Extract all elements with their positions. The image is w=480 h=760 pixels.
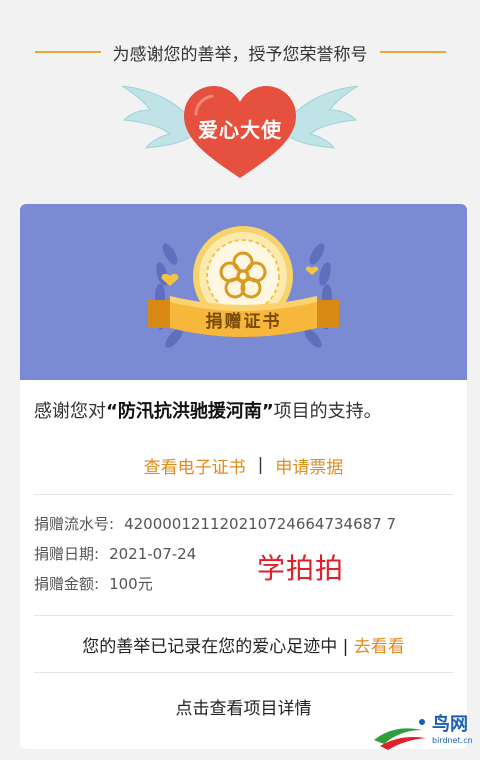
project-name: “防汛抗洪驰援河南”	[106, 401, 274, 422]
view-footprint-link[interactable]: 去看看	[354, 637, 405, 657]
divider-top	[34, 494, 453, 495]
serial-label: 捐赠流水号:	[34, 515, 115, 533]
amount-row: 捐赠金额: 100元	[34, 573, 153, 594]
badge-label: 爱心大使	[198, 118, 282, 142]
certificate-seal-icon	[148, 226, 339, 348]
honor-title: 为感谢您的善举，授予您荣誉称号	[112, 44, 368, 65]
footprint-row: 您的善举已记录在您的爱心足迹中 | 去看看	[20, 632, 467, 657]
watermark-text: 学拍拍	[257, 552, 345, 585]
footprint-separator: |	[342, 637, 349, 657]
bird-logo-icon	[374, 719, 426, 750]
apply-receipt-link[interactable]: 申请票据	[275, 453, 343, 478]
site-name: 鸟网	[432, 714, 468, 735]
links-separator: |	[257, 455, 264, 475]
divider-middle	[34, 615, 453, 616]
honor-title-row: 为感谢您的善举，授予您荣誉称号	[0, 40, 480, 65]
divider-bottom	[34, 672, 453, 673]
title-left-line	[34, 51, 101, 53]
certificate-banner[interactable]: 捐赠证书	[20, 204, 467, 380]
amount-label: 捐赠金额:	[34, 575, 100, 593]
site-logo: 鸟网 birdnet.cn	[370, 700, 480, 756]
thanks-message: 感谢您对“防汛抗洪驰援河南”项目的支持。	[34, 397, 459, 423]
footprint-text: 您的善举已记录在您的爱心足迹中	[82, 637, 338, 657]
date-label: 捐赠日期:	[34, 545, 100, 563]
serial-value: 420000121120210724664734687 7	[124, 515, 397, 533]
certificate-card: 捐赠证书 感谢您对“防汛抗洪驰援河南”项目的支持。 查看电子证书 | 申请票据 …	[20, 204, 467, 749]
amount-value: 100元	[109, 575, 153, 593]
thanks-suffix: 项目的支持。	[273, 401, 382, 422]
date-row: 捐赠日期: 2021-07-24	[34, 543, 196, 564]
site-url: birdnet.cn	[432, 736, 473, 745]
serial-row: 捐赠流水号: 420000121120210724664734687 7	[34, 513, 396, 534]
title-right-line	[379, 51, 446, 53]
date-value: 2021-07-24	[109, 545, 197, 563]
thanks-prefix: 感谢您对	[34, 401, 106, 422]
love-ambassador-badge: 爱心大使	[120, 74, 360, 180]
certificate-links: 查看电子证书 | 申请票据	[20, 452, 467, 478]
certificate-ribbon-label: 捐赠证书	[205, 312, 282, 332]
view-certificate-link[interactable]: 查看电子证书	[144, 453, 246, 478]
